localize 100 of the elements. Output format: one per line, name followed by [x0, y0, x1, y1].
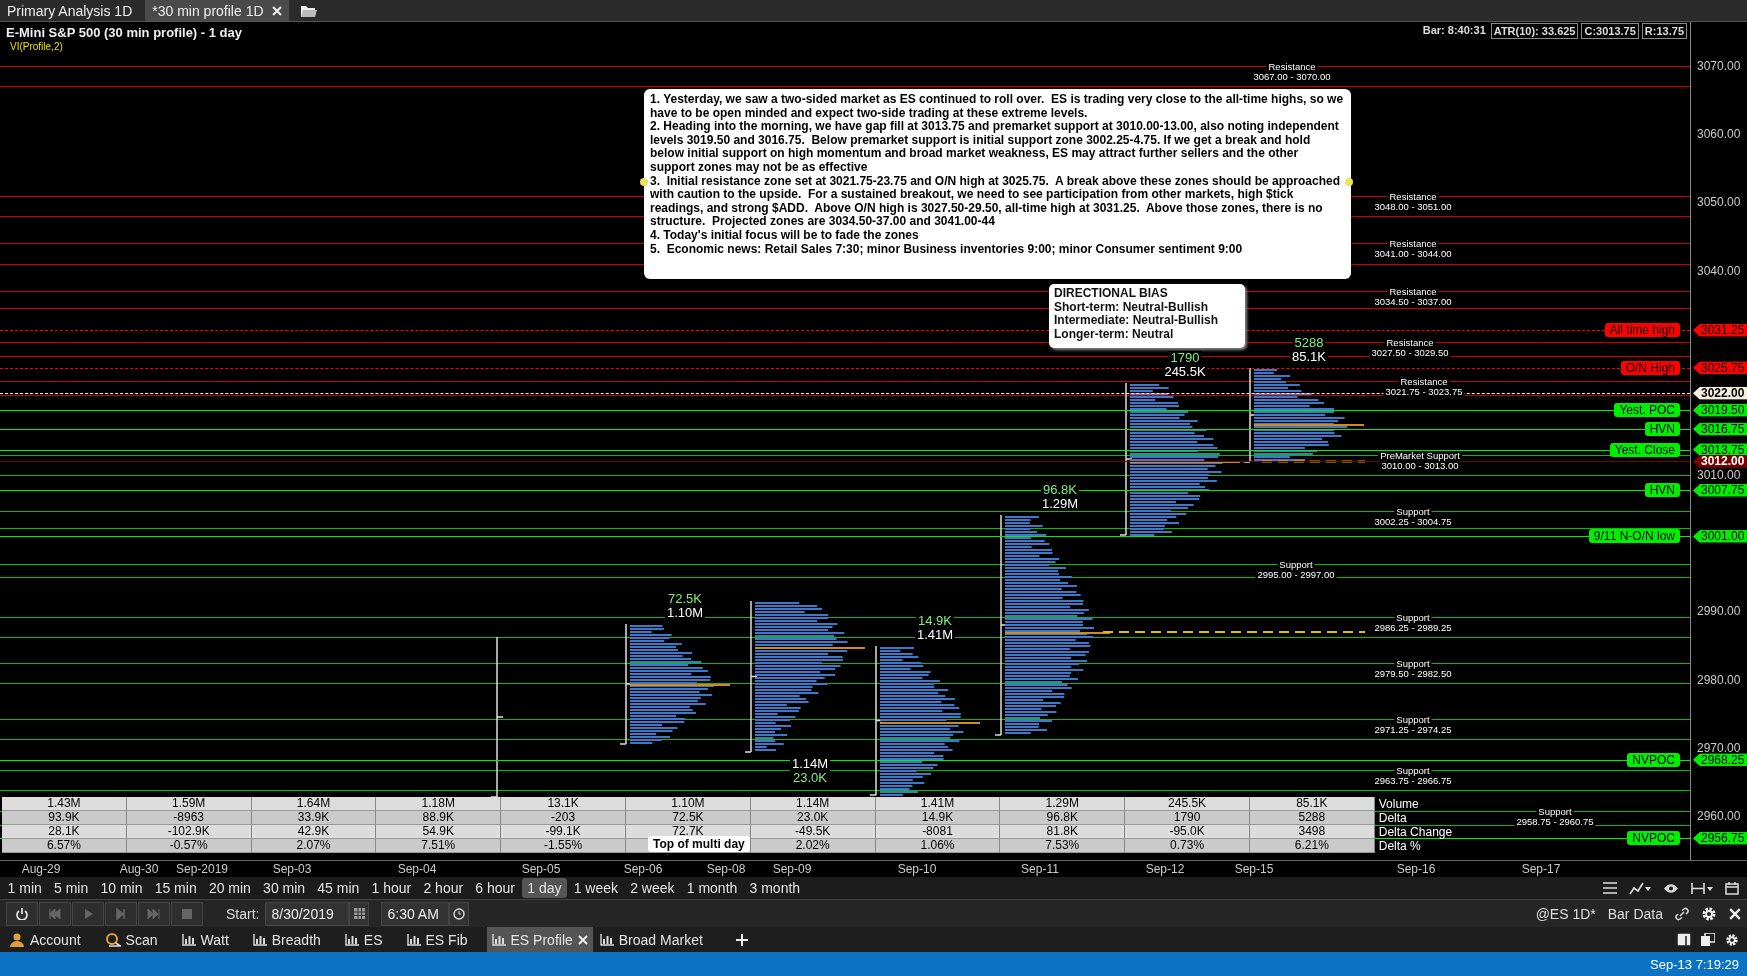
zone-range: 2986.25 - 2989.25: [1372, 622, 1454, 633]
table-cell: -8963: [126, 811, 252, 825]
add-icon[interactable]: [735, 933, 748, 946]
close-icon[interactable]: [1729, 907, 1741, 920]
settings-icon[interactable]: [1701, 905, 1717, 922]
scan-icon: [104, 932, 121, 947]
workspace-tab[interactable]: Broad Market: [594, 927, 708, 952]
eye-icon[interactable]: [1663, 882, 1679, 894]
calendar-icon[interactable]: [1725, 881, 1739, 895]
settings-icon[interactable]: [1725, 932, 1739, 947]
workspace-tab[interactable]: Watt: [176, 927, 234, 952]
date-label: Sep-04: [397, 862, 437, 876]
tooltip: Top of multi day: [648, 836, 750, 852]
bar-data-label[interactable]: Bar Data: [1607, 905, 1663, 922]
chart-type-icon[interactable]: [1629, 881, 1651, 895]
timeframe-tab[interactable]: 10 min: [94, 878, 149, 898]
table-cell: 7.51%: [376, 839, 502, 853]
table-cell: 1.18M: [376, 797, 502, 811]
power-button[interactable]: [6, 901, 38, 926]
price-tag: 3031.25: [1693, 323, 1747, 337]
table-cell: 1.29M: [1000, 797, 1126, 811]
date-label: Sep-17: [1521, 862, 1561, 876]
price-tag: 3001.00: [1693, 529, 1747, 543]
timeframe-tab[interactable]: 1 hour: [365, 878, 417, 898]
price-tick: 3040.00: [1697, 263, 1741, 278]
workspace-tab[interactable]: Scan: [99, 927, 163, 952]
timeframe-tab[interactable]: 1 week: [568, 878, 624, 898]
skip-forward-button[interactable]: [138, 901, 170, 926]
timeframe-tab[interactable]: 2 hour: [417, 878, 469, 898]
date-label: Sep-10: [897, 862, 937, 876]
zone-label: Resistance: [1387, 239, 1439, 250]
step-forward-button[interactable]: [105, 901, 137, 926]
date-label: Sep-12: [1145, 862, 1185, 876]
menu-icon[interactable]: [1603, 882, 1617, 894]
timeframe-tab[interactable]: 15 min: [149, 878, 203, 898]
level-tag: All time high: [1604, 323, 1680, 338]
play-button[interactable]: [72, 901, 104, 926]
handle-icon[interactable]: [640, 178, 648, 186]
handle-icon[interactable]: [1345, 178, 1353, 186]
timeframe-tab[interactable]: 1 day: [521, 878, 568, 898]
ruler-icon[interactable]: [1691, 881, 1713, 895]
price-tag: 2968.25: [1693, 753, 1747, 767]
skip-forward-icon: [147, 907, 161, 920]
date-label: Sep-15: [1234, 862, 1274, 876]
folder-icon[interactable]: [300, 4, 317, 17]
volume-value: 1.29M: [1039, 497, 1081, 511]
workspace-tab[interactable]: ES: [339, 927, 388, 952]
price-tick: 3070.00: [1697, 59, 1741, 73]
timeframe-tab[interactable]: 30 min: [257, 878, 311, 898]
close-icon[interactable]: [271, 5, 282, 16]
timeframe-tab[interactable]: 3 month: [743, 878, 806, 898]
volume-value: 1.41M: [914, 628, 956, 642]
link-icon[interactable]: [1675, 906, 1689, 921]
table-cell: 72.5K: [626, 811, 751, 825]
calendar-button[interactable]: [349, 901, 370, 926]
date-field[interactable]: 8/30/2019: [265, 901, 350, 926]
symbol-label[interactable]: @ES 1D*: [1535, 905, 1596, 922]
date-label: Sep-08: [706, 862, 746, 876]
delta-value: 23.0K: [791, 771, 829, 785]
delta-value: 1790: [1168, 351, 1202, 365]
time-field[interactable]: 6:30 AM: [381, 901, 450, 926]
timeframe-tab[interactable]: 20 min: [203, 878, 257, 898]
zone-range: 3041.00 - 3044.00: [1372, 249, 1454, 260]
bar-chart-icon: [181, 933, 196, 946]
note-paragraph: 2. Heading into the morning, we have gap fill at 3013.75 and premarket support at 3010.00-13.00, also noting independent levels 3019.50 and 3016.75. Below premarket support is initial support zone 3002.25-4.75. If we get a break and hold below initial support on high momentum and broad market weakness, ES may attract further sellers and the other support zones may not be as effective: [650, 120, 1340, 175]
timeframe-tab[interactable]: 2 week: [624, 878, 681, 898]
note-paragraph: 1. Yesterday, we saw a two-sided market as ES continued to roll over. ES is trading very close to the all-time highs, so we have to be open minded and expect two-side trading at these extreme levels.: [650, 93, 1345, 121]
table-cell: 28.1K: [2, 825, 127, 839]
workspace-tab[interactable]: ES Fib: [401, 927, 473, 952]
clock-button[interactable]: [449, 901, 470, 926]
window-tab[interactable]: *30 min profile 1D: [145, 0, 289, 21]
table-cell: 88.9K: [376, 811, 502, 825]
zone-label: Support: [1277, 559, 1315, 570]
table-cell: 2.07%: [251, 839, 377, 853]
close-icon[interactable]: [577, 934, 588, 945]
timeframe-tab[interactable]: 1 month: [681, 878, 743, 898]
zone-label: Resistance: [1387, 191, 1439, 202]
price-tag: 2956.75: [1693, 831, 1747, 845]
bar-time: Bar: 8:40:31: [1421, 23, 1487, 38]
zone-label: Resistance: [1387, 287, 1439, 297]
timeframe-tab[interactable]: 1 min: [2, 878, 48, 898]
volume-value: 245.5K: [1162, 365, 1208, 379]
workspace-tab[interactable]: Breadth: [247, 927, 326, 952]
window-tab[interactable]: Primary Analysis 1D: [0, 0, 140, 21]
table-cell: 33.9K: [251, 811, 377, 825]
workspace-tab[interactable]: Account: [4, 927, 86, 952]
price-tag: 3022.00: [1693, 386, 1747, 400]
table-cell: 1790: [1125, 811, 1250, 825]
bias-line: Intermediate: Neutral-Bullish: [1054, 314, 1220, 328]
workspace-tab[interactable]: ES Profile: [486, 927, 593, 952]
windows-icon[interactable]: [1701, 933, 1715, 946]
timeframe-tab[interactable]: 5 min: [48, 878, 94, 898]
timeframe-tab[interactable]: 45 min: [311, 878, 365, 898]
layout-icon[interactable]: [1677, 933, 1691, 946]
table-cell: -8081: [875, 825, 1001, 839]
table-cell: 85.1K: [1249, 797, 1375, 811]
stop-button[interactable]: [171, 901, 203, 926]
timeframe-tab[interactable]: 6 hour: [469, 878, 521, 898]
table-cell: 6.21%: [1249, 839, 1375, 853]
stat-readout: C:3013.75: [1581, 23, 1639, 39]
